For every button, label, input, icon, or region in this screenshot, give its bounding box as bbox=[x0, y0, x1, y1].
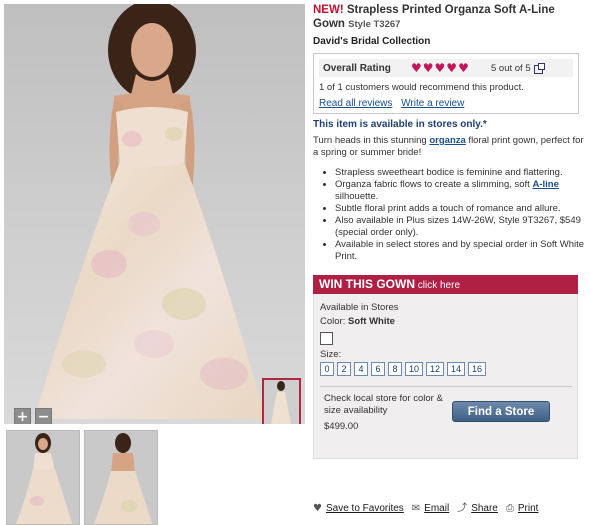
feature-text: silhouette. bbox=[335, 191, 379, 202]
description-text: Turn heads in this stunning bbox=[313, 135, 430, 146]
feature-text: Organza fabric flows to create a slimmin… bbox=[335, 179, 533, 190]
save-to-favorites-link[interactable]: ♥ Save to Favorites bbox=[313, 503, 404, 514]
share-icon: ⤴ bbox=[457, 502, 468, 514]
divider bbox=[320, 386, 572, 387]
heart-icon: ♥ bbox=[313, 502, 322, 514]
product-title-block: NEW! Strapless Printed Organza Soft A-Li… bbox=[313, 3, 585, 32]
envelope-icon: ✉ bbox=[411, 502, 421, 514]
rating-label: Overall Rating bbox=[323, 62, 391, 74]
check-store-text: Check local store for color & size avail… bbox=[324, 393, 443, 416]
thumbnail-front-photo bbox=[7, 431, 79, 524]
share-toolbar: ♥ Save to Favorites ✉ Email ⤴ Share ⎙ Pr… bbox=[313, 503, 585, 514]
read-reviews-link[interactable]: Read all reviews bbox=[319, 98, 392, 109]
review-links: Read all reviews Write a review bbox=[319, 98, 573, 109]
thumbnail-front[interactable] bbox=[6, 430, 80, 525]
available-in-stores-label: Available in Stores bbox=[320, 302, 399, 313]
product-details: NEW! Strapless Printed Organza Soft A-Li… bbox=[313, 3, 585, 459]
heart-icon: ♥ bbox=[446, 61, 458, 75]
size-option[interactable]: 16 bbox=[468, 362, 487, 376]
organza-link[interactable]: organza bbox=[429, 135, 465, 146]
heart-icon: ♥ bbox=[434, 61, 446, 75]
price: $499.00 bbox=[324, 421, 359, 432]
selected-thumbnail[interactable] bbox=[262, 378, 301, 424]
brand-name: David's Bridal Collection bbox=[313, 36, 431, 47]
email-label: Email bbox=[424, 503, 450, 514]
size-label: Size: bbox=[320, 349, 342, 360]
win-gown-banner[interactable]: WIN THIS GOWN click here bbox=[313, 275, 578, 294]
feature-item: Organza fabric flows to create a slimmin… bbox=[335, 179, 585, 203]
zoom-in-button[interactable]: + bbox=[14, 408, 31, 424]
size-option[interactable]: 10 bbox=[405, 362, 424, 376]
print-label: Print bbox=[517, 503, 539, 514]
feature-item: Strapless sweetheart bodice is feminine … bbox=[335, 167, 585, 179]
thumbnail-back[interactable] bbox=[84, 430, 158, 525]
email-link[interactable]: ✉ Email bbox=[412, 503, 449, 514]
rating-hearts: ♥ ♥ ♥ ♥ ♥ bbox=[411, 62, 487, 74]
store-check-row: Check local store for color & size avail… bbox=[320, 393, 571, 433]
a-line-link[interactable]: A-line bbox=[532, 179, 558, 190]
rating-box: Overall Rating ♥ ♥ ♥ ♥ ♥ 5 out of 5 1 of… bbox=[313, 53, 579, 114]
feature-item: Subtle floral print adds a touch of roma… bbox=[335, 203, 585, 215]
size-options: 0 2 4 6 8 10 12 14 16 bbox=[320, 362, 571, 376]
size-option[interactable]: 0 bbox=[320, 362, 334, 376]
feature-item: Also available in Plus sizes 14W-26W, St… bbox=[335, 215, 585, 239]
find-a-store-button[interactable]: Find a Store bbox=[452, 401, 550, 422]
thumbnail-back-photo bbox=[85, 431, 157, 524]
heart-icon: ♥ bbox=[422, 61, 434, 75]
size-option[interactable]: 14 bbox=[447, 362, 466, 376]
size-option[interactable]: 4 bbox=[354, 362, 368, 376]
rating-row: Overall Rating ♥ ♥ ♥ ♥ ♥ 5 out of 5 bbox=[319, 59, 573, 77]
size-option[interactable]: 6 bbox=[371, 362, 385, 376]
heart-icon: ♥ bbox=[411, 61, 422, 75]
thumbnail-photo bbox=[264, 380, 299, 424]
color-swatch[interactable] bbox=[320, 332, 333, 345]
heart-icon: ♥ bbox=[458, 61, 469, 75]
size-option[interactable]: 2 bbox=[337, 362, 351, 376]
product-style: Style T3267 bbox=[348, 19, 401, 30]
share-label: Share bbox=[471, 503, 498, 514]
color-value: Soft White bbox=[347, 316, 395, 327]
printer-icon: ⎙ bbox=[505, 502, 514, 514]
gown-photo bbox=[34, 4, 266, 419]
zoom-out-button[interactable]: − bbox=[35, 408, 52, 424]
product-main-image: + − bbox=[4, 4, 305, 424]
share-link[interactable]: ⤴ Share bbox=[457, 503, 498, 514]
rating-summary: 5 out of 5 bbox=[491, 62, 531, 74]
win-banner-link[interactable]: click here bbox=[415, 280, 460, 291]
feature-list: Strapless sweetheart bodice is feminine … bbox=[313, 167, 585, 263]
store-availability-panel: Available in Stores Color: Soft White Si… bbox=[313, 294, 578, 459]
color-label-text: Color: bbox=[320, 316, 348, 327]
recommend-text: 1 of 1 customers would recommend this pr… bbox=[319, 82, 524, 93]
win-banner-title: WIN THIS GOWN bbox=[319, 277, 415, 291]
print-link[interactable]: ⎙ Print bbox=[506, 503, 539, 514]
size-option[interactable]: 8 bbox=[388, 362, 402, 376]
store-check-text-block: Check local store for color & size avail… bbox=[320, 393, 446, 433]
feature-item: Available in select stores and by specia… bbox=[335, 239, 585, 263]
new-badge: NEW! bbox=[313, 4, 344, 16]
color-label: Color: Soft White bbox=[320, 316, 571, 327]
favorites-label: Save to Favorites bbox=[325, 503, 404, 514]
popup-icon[interactable] bbox=[533, 62, 545, 74]
product-description: Turn heads in this stunning organza flor… bbox=[313, 135, 585, 159]
availability-note: This item is available in stores only.* bbox=[313, 119, 487, 130]
write-review-link[interactable]: Write a review bbox=[401, 98, 464, 109]
size-option[interactable]: 12 bbox=[426, 362, 445, 376]
